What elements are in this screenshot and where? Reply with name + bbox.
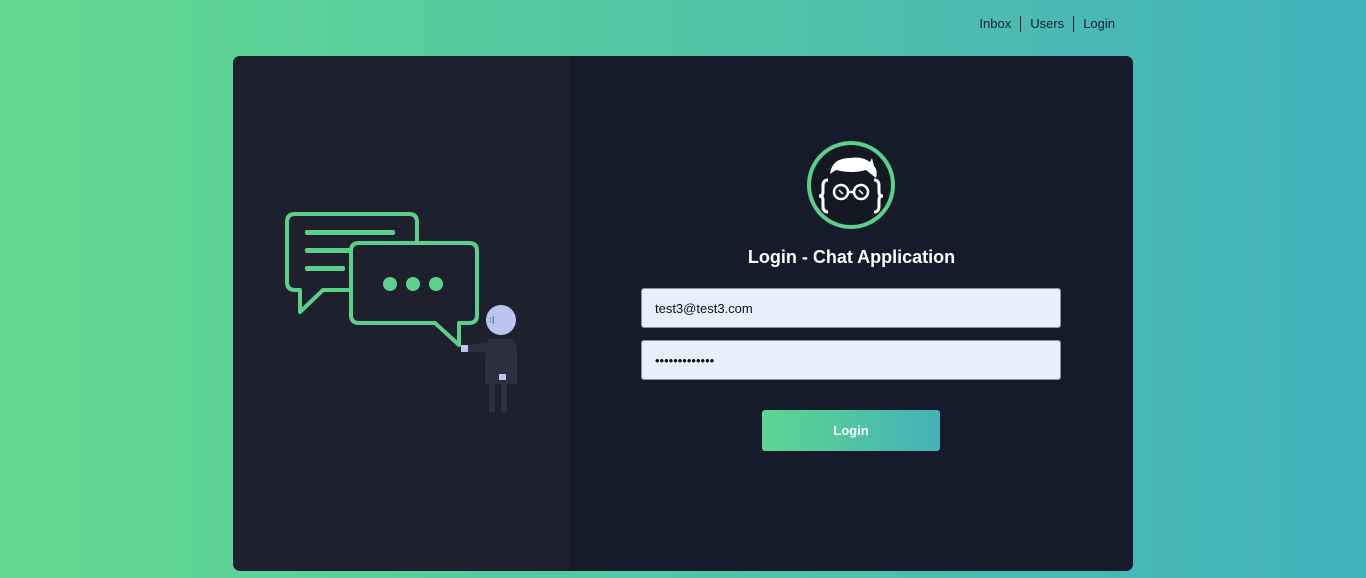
- chat-bubbles-icon: [285, 212, 479, 347]
- chat-illustration: :|: [285, 212, 517, 412]
- nav-link-inbox[interactable]: Inbox: [970, 16, 1020, 32]
- nav-link-users[interactable]: Users: [1021, 16, 1073, 32]
- password-field[interactable]: [641, 340, 1061, 380]
- developer-avatar-icon: [807, 141, 895, 229]
- svg-text::|: :|: [489, 315, 494, 324]
- login-button[interactable]: Login: [762, 410, 940, 451]
- top-navigation: Inbox Users Login: [970, 16, 1124, 32]
- login-card: :| Login - Chat Application test3@test3.…: [233, 56, 1133, 571]
- login-form-panel: Login - Chat Application Login: [570, 56, 1133, 571]
- illustration-panel: :|: [233, 56, 570, 571]
- email-field[interactable]: [641, 288, 1061, 328]
- page-title: Login - Chat Application: [747, 247, 956, 267]
- nav-link-login[interactable]: Login: [1074, 16, 1124, 32]
